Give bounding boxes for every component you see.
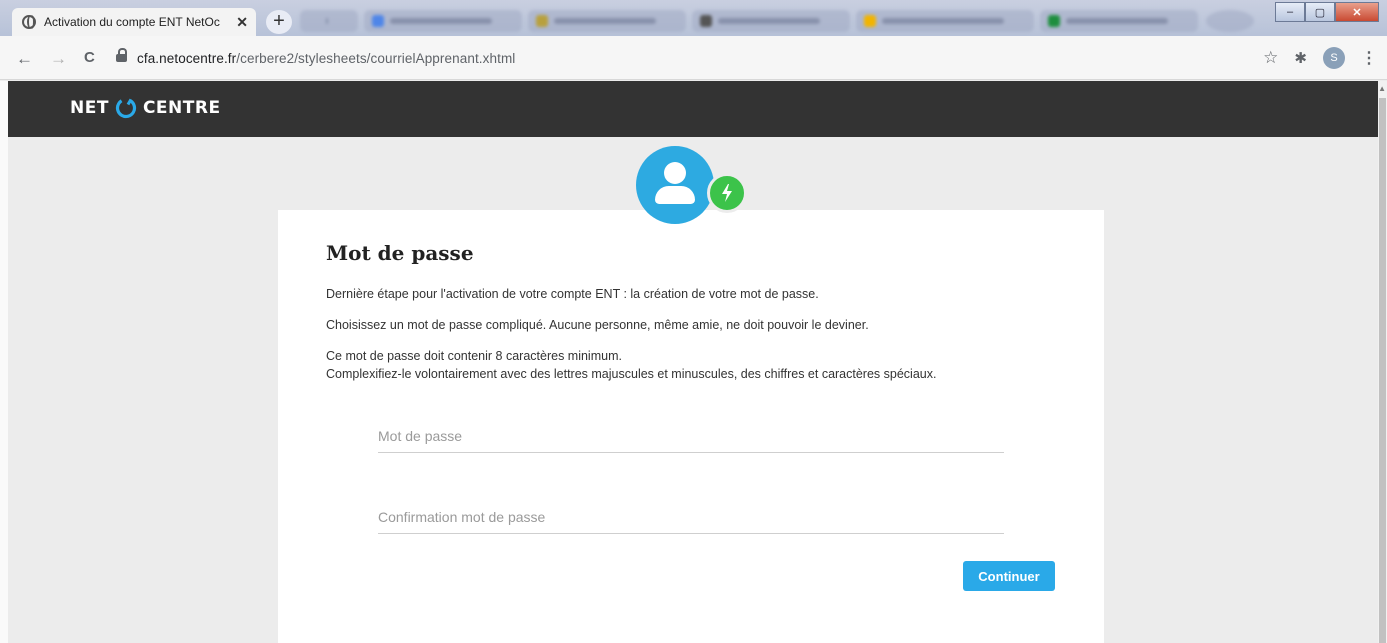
browser-tab-blurred[interactable] [300, 10, 358, 32]
tab-close-icon[interactable]: ✕ [236, 14, 248, 31]
back-arrow-icon[interactable]: ← [16, 49, 33, 69]
globe-icon [22, 15, 36, 29]
continue-button[interactable]: Continuer [963, 561, 1055, 591]
browser-tab-blurred[interactable] [856, 10, 1034, 32]
password-input[interactable] [378, 424, 1004, 452]
window-controls: – ▢ ✕ [1275, 2, 1379, 22]
netocentre-logo[interactable]: NET CENTRE [70, 97, 221, 119]
lock-icon[interactable] [116, 48, 127, 64]
site-header: NET CENTRE [8, 81, 1378, 137]
forward-arrow-icon[interactable]: → [50, 49, 67, 69]
scrollbar-thumb[interactable] [1379, 98, 1386, 643]
scroll-up-arrow-icon[interactable]: ▲ [1378, 84, 1386, 93]
browser-toolbar: ← → C cfa.netocentre.fr/cerbere2/stylesh… [0, 36, 1387, 80]
extensions-puzzle-icon[interactable]: ✱ [1294, 49, 1307, 67]
close-window-button[interactable]: ✕ [1335, 2, 1379, 22]
power-ring-icon [115, 97, 137, 119]
logo-text-right: CENTRE [142, 98, 221, 118]
toolbar-right-icons: ☆ ✱ S ⋮ [1263, 47, 1377, 69]
browser-tab-blurred[interactable] [364, 10, 522, 32]
bolt-glyph [722, 184, 732, 202]
user-head-shape [664, 162, 686, 184]
browser-tab-blurred[interactable] [528, 10, 686, 32]
url-text[interactable]: cfa.netocentre.fr/cerbere2/stylesheets/c… [137, 51, 515, 66]
confirm-password-field [378, 505, 1004, 534]
tab-title: Activation du compte ENT NetOc [44, 15, 220, 29]
minimize-button[interactable]: – [1275, 2, 1305, 22]
password-field [378, 424, 1004, 453]
browser-titlebar: Activation du compte ENT NetOc ✕ + – ▢ ✕ [0, 0, 1387, 36]
user-avatar-icon [636, 146, 714, 224]
url-path: /cerbere2/stylesheets/courrielApprenant.… [236, 50, 516, 66]
lightning-bolt-icon [707, 173, 747, 213]
profile-avatar[interactable]: S [1323, 47, 1345, 69]
browser-tab-blurred[interactable] [1206, 10, 1254, 32]
page-left-margin [0, 81, 8, 643]
user-body-shape [655, 186, 695, 204]
intro-text: Dernière étape pour l'activation de votr… [326, 287, 819, 301]
page-title: Mot de passe [326, 241, 474, 265]
logo-text-left: NET [70, 98, 109, 118]
rule-text-2: Complexifiez-le volontairement avec des … [326, 367, 937, 381]
browser-tab-blurred[interactable] [692, 10, 850, 32]
rule-text-1: Ce mot de passe doit contenir 8 caractèr… [326, 349, 622, 363]
new-tab-button[interactable]: + [266, 10, 292, 34]
advice-text: Choisissez un mot de passe compliqué. Au… [326, 318, 869, 332]
browser-tab-active[interactable]: Activation du compte ENT NetOc ✕ [12, 8, 256, 36]
reload-icon[interactable]: C [84, 49, 95, 66]
url-host: cfa.netocentre.fr [137, 50, 237, 66]
maximize-button[interactable]: ▢ [1305, 2, 1335, 22]
address-bar[interactable]: cfa.netocentre.fr/cerbere2/stylesheets/c… [108, 44, 1248, 72]
browser-tab-blurred[interactable] [1040, 10, 1198, 32]
bookmark-star-icon[interactable]: ☆ [1263, 48, 1278, 68]
menu-kebab-icon[interactable]: ⋮ [1361, 48, 1377, 68]
confirm-password-input[interactable] [378, 505, 1004, 533]
